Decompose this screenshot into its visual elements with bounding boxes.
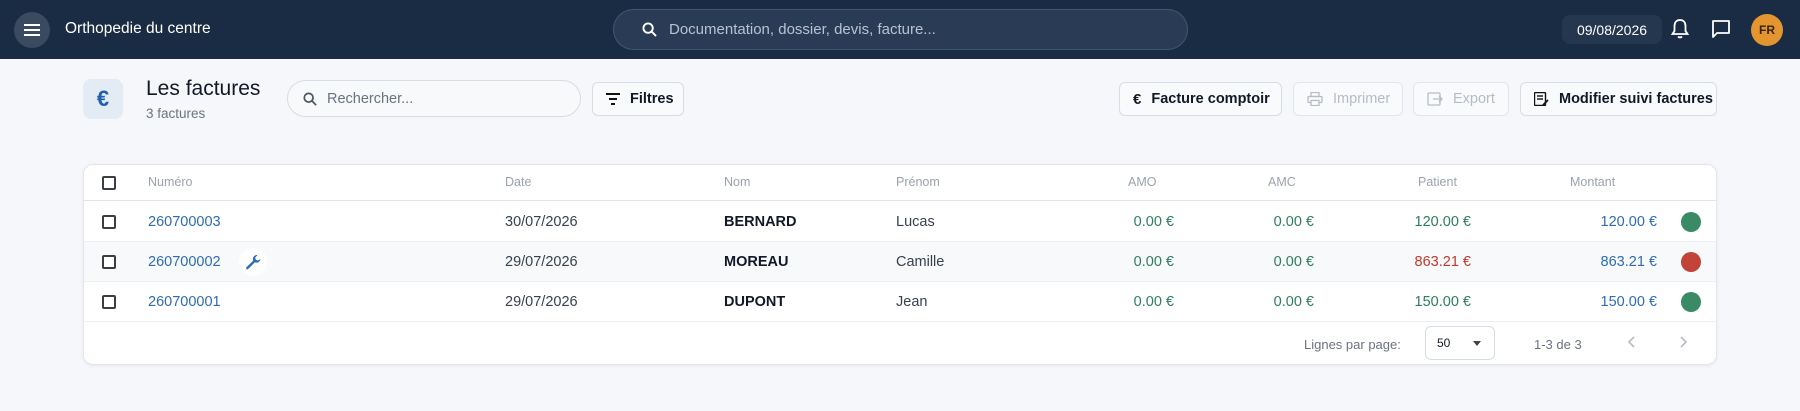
table-row[interactable]: 260700002 29/07/2026 MOREAU Camille 0.00…: [84, 242, 1716, 282]
column-header-date[interactable]: Date: [505, 175, 531, 189]
amo-amount: 0.00 €: [1133, 294, 1174, 310]
global-search-input[interactable]: [669, 21, 1149, 38]
invoice-search[interactable]: [287, 80, 581, 117]
patient-last-name: DUPONT: [724, 294, 786, 310]
facture-comptoir-button[interactable]: € Facture comptoir: [1119, 82, 1282, 116]
table-row[interactable]: 260700001 29/07/2026 DUPONT Jean 0.00 € …: [84, 282, 1716, 322]
chevron-right-icon[interactable]: [1678, 335, 1688, 349]
table-header: Numéro Date Nom Prénom AMO AMC Patient M…: [84, 165, 1716, 201]
export-button[interactable]: Export: [1413, 82, 1509, 116]
patient-last-name: MOREAU: [724, 254, 789, 270]
invoice-date: 29/07/2026: [505, 294, 578, 310]
messages-icon[interactable]: [1710, 18, 1732, 40]
invoice-date: 30/07/2026: [505, 214, 578, 230]
filter-icon: [606, 93, 620, 105]
row-checkbox[interactable]: [102, 295, 116, 309]
global-search[interactable]: [613, 9, 1188, 50]
invoice-search-input[interactable]: [327, 90, 567, 107]
payment-status-dot: [1681, 292, 1701, 312]
printer-icon: [1307, 92, 1323, 106]
export-label: Export: [1453, 91, 1495, 107]
euro-icon: €: [83, 79, 123, 119]
amc-amount: 0.00 €: [1273, 294, 1314, 310]
edit-list-icon: [1534, 92, 1549, 106]
table-row[interactable]: 260700003 30/07/2026 BERNARD Lucas 0.00 …: [84, 202, 1716, 242]
patient-amount: 863.21 €: [1414, 254, 1471, 270]
search-icon: [303, 91, 317, 106]
invoice-date: 29/07/2026: [505, 254, 578, 270]
top-bar: Orthopedie du centre 09/08/2026 FR: [0, 0, 1800, 59]
patient-amount: 150.00 €: [1414, 294, 1471, 310]
rows-per-page-value: 50: [1437, 336, 1451, 350]
current-date[interactable]: 09/08/2026: [1562, 15, 1662, 44]
modifier-suivi-button[interactable]: Modifier suivi factures: [1520, 82, 1717, 116]
wrench-icon[interactable]: [239, 248, 267, 276]
patient-first-name: Camille: [896, 254, 945, 270]
column-header-numero[interactable]: Numéro: [148, 175, 192, 189]
amo-amount: 0.00 €: [1133, 254, 1174, 270]
user-avatar[interactable]: FR: [1751, 14, 1783, 46]
column-header-amc[interactable]: AMC: [1268, 175, 1296, 189]
total-amount: 863.21 €: [1600, 254, 1657, 270]
search-icon: [642, 22, 657, 37]
filters-label: Filtres: [630, 91, 674, 107]
total-amount: 120.00 €: [1600, 214, 1657, 230]
amc-amount: 0.00 €: [1273, 254, 1314, 270]
filters-button[interactable]: Filtres: [592, 82, 684, 116]
rows-per-page-select[interactable]: 50: [1425, 326, 1495, 360]
invoices-table: Numéro Date Nom Prénom AMO AMC Patient M…: [83, 164, 1717, 365]
select-all-checkbox[interactable]: [102, 176, 116, 190]
column-header-amo[interactable]: AMO: [1128, 175, 1156, 189]
invoice-number-link[interactable]: 260700001: [148, 294, 221, 310]
invoice-count: 3 factures: [146, 106, 206, 121]
amc-amount: 0.00 €: [1273, 214, 1314, 230]
column-header-montant[interactable]: Montant: [1570, 175, 1615, 189]
pagination-range: 1-3 de 3: [1534, 337, 1582, 352]
column-header-prenom[interactable]: Prénom: [896, 175, 940, 189]
payment-status-dot: [1681, 212, 1701, 232]
total-amount: 150.00 €: [1600, 294, 1657, 310]
invoice-number-link[interactable]: 260700002: [148, 254, 221, 270]
app-title: Orthopedie du centre: [65, 20, 211, 37]
euro-icon: €: [1133, 90, 1142, 108]
export-icon: [1427, 92, 1443, 106]
column-header-patient[interactable]: Patient: [1418, 175, 1457, 189]
page-title: Les factures: [146, 77, 261, 100]
menu-icon: [24, 24, 40, 36]
modifier-suivi-label: Modifier suivi factures: [1559, 91, 1713, 107]
patient-first-name: Lucas: [896, 214, 935, 230]
row-checkbox[interactable]: [102, 255, 116, 269]
payment-status-dot: [1681, 252, 1701, 272]
print-label: Imprimer: [1333, 91, 1391, 107]
amo-amount: 0.00 €: [1133, 214, 1174, 230]
patient-first-name: Jean: [896, 294, 928, 310]
notifications-bell-icon[interactable]: [1670, 18, 1690, 40]
row-checkbox[interactable]: [102, 215, 116, 229]
column-header-nom[interactable]: Nom: [724, 175, 750, 189]
invoice-number-link[interactable]: 260700003: [148, 214, 221, 230]
menu-button[interactable]: [14, 12, 50, 48]
caret-down-icon: [1473, 341, 1481, 346]
patient-last-name: BERNARD: [724, 214, 797, 230]
print-button[interactable]: Imprimer: [1293, 82, 1403, 116]
pagination: Lignes par page: 50 1-3 de 3: [84, 322, 1716, 366]
rows-per-page-label: Lignes par page:: [1304, 337, 1401, 352]
patient-amount: 120.00 €: [1414, 214, 1471, 230]
chevron-left-icon[interactable]: [1627, 335, 1637, 349]
facture-comptoir-label: Facture comptoir: [1151, 91, 1270, 107]
